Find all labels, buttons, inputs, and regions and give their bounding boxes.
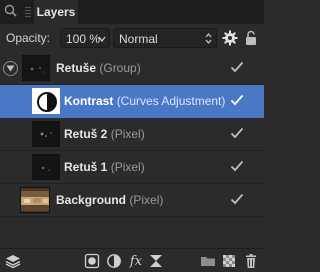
- curves-adjustment-icon: [32, 88, 60, 114]
- layer-thumbnail: [22, 55, 50, 81]
- layer-row-group[interactable]: Retuše (Group): [0, 52, 264, 85]
- search-icon[interactable]: [3, 3, 19, 19]
- fx-icon[interactable]: fx: [128, 253, 144, 269]
- layer-thumbnail: [20, 187, 50, 213]
- lock-icon[interactable]: [244, 30, 258, 46]
- layer-thumbnail: [32, 121, 60, 147]
- layer-row-retus-2[interactable]: Retuš 2 (Pixel): [0, 118, 264, 151]
- chevron-down-icon: [98, 36, 106, 43]
- layer-name: Retuš 1 (Pixel): [64, 160, 145, 174]
- layer-name: Background (Pixel): [56, 193, 164, 207]
- mask-icon[interactable]: [84, 253, 100, 269]
- drag-grip-icon[interactable]: [25, 7, 31, 17]
- visibility-check-icon[interactable]: [230, 126, 244, 140]
- new-layer-icon[interactable]: [221, 253, 237, 269]
- tab-bar: Layers: [0, 0, 264, 24]
- layer-row-retus-1[interactable]: Retuš 1 (Pixel): [0, 151, 264, 184]
- visibility-check-icon[interactable]: [230, 93, 244, 107]
- tab-layers[interactable]: Layers: [34, 0, 78, 24]
- folder-icon[interactable]: [200, 253, 216, 269]
- visibility-check-icon[interactable]: [230, 159, 244, 173]
- layers-list: Retuše (Group) Kontrast (Curves Adjustme…: [0, 52, 264, 248]
- layer-thumbnail: [32, 154, 60, 180]
- blend-mode-value: Normal: [119, 32, 158, 46]
- opacity-label: Opacity:: [6, 31, 51, 45]
- layers-stack-icon[interactable]: [5, 253, 21, 269]
- layer-name: Kontrast (Curves Adjustment): [64, 94, 226, 108]
- opacity-field[interactable]: 100 %: [60, 28, 110, 48]
- layer-name: Retuš 2 (Pixel): [64, 127, 145, 141]
- up-down-chevron-icon: [205, 33, 212, 44]
- blend-mode-select[interactable]: Normal: [113, 28, 217, 48]
- gear-icon[interactable]: [222, 30, 238, 46]
- options-bar: Opacity: 100 % Normal: [0, 24, 264, 52]
- adjustment-icon[interactable]: [106, 253, 122, 269]
- collapse-toggle-icon[interactable]: [3, 61, 18, 76]
- visibility-check-icon[interactable]: [230, 192, 244, 206]
- layer-row-kontrast[interactable]: Kontrast (Curves Adjustment): [0, 85, 264, 118]
- live-filter-icon[interactable]: [148, 253, 164, 269]
- bottom-toolbar: fx: [0, 248, 264, 272]
- visibility-check-icon[interactable]: [230, 60, 244, 74]
- layer-row-background[interactable]: Background (Pixel): [0, 184, 264, 217]
- layer-name: Retuše (Group): [56, 61, 141, 75]
- opacity-value: 100 %: [66, 32, 101, 46]
- trash-icon[interactable]: [243, 253, 259, 269]
